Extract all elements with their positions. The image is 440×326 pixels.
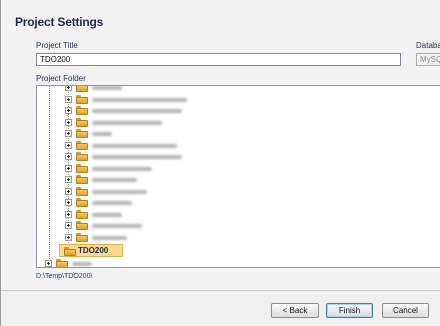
tree-item[interactable] [45,258,245,267]
folder-icon [76,152,88,161]
folder-icon [76,221,88,230]
expand-icon[interactable] [65,107,72,114]
folder-icon [76,209,88,219]
folder-icon [76,175,88,184]
database-label: Databa [416,41,440,50]
cancel-button[interactable]: Cancel [382,303,429,318]
tree-item-label-redacted [92,86,122,90]
tree-item[interactable] [65,174,265,186]
expand-icon[interactable] [65,141,72,149]
folder-icon [56,259,68,267]
tree-item-label-redacted [92,97,187,102]
tree-item-label-redacted [92,132,112,136]
tree-item-label-redacted [92,166,152,171]
folder-icon [76,94,88,104]
tree-item[interactable] [65,197,265,209]
tree-item[interactable] [65,140,265,152]
expand-icon[interactable] [65,130,72,137]
tree-item-label-redacted [92,201,132,205]
project-folder-label: Project Folder [36,74,86,83]
folder-icon [76,86,88,92]
tree-item-label-redacted [92,212,122,217]
tree-item-label-redacted [92,178,137,182]
tree-item-label-redacted [92,109,182,113]
tree-item[interactable] [65,128,265,140]
expand-icon[interactable] [65,222,72,229]
folder-icon [76,117,88,127]
folder-tree[interactable] [36,85,440,268]
expand-icon[interactable] [65,153,72,160]
expand-icon[interactable] [65,95,72,103]
expand-icon[interactable] [65,199,72,206]
folder-icon [76,129,88,138]
tree-item-label-redacted [92,155,182,159]
expand-icon[interactable] [65,187,72,195]
expand-icon[interactable] [65,233,72,241]
tree-item[interactable] [65,209,265,221]
selected-folder-label: TDO200 [78,246,109,255]
selected-folder-row[interactable]: TDO200 [59,244,123,257]
tree-item[interactable] [65,163,265,175]
dialog-title: Project Settings [15,15,104,29]
tree-item[interactable] [65,94,265,106]
folder-icon [76,186,88,196]
database-select[interactable]: MySQ [416,53,440,66]
folder-icon [76,198,88,207]
tree-item-label-redacted [92,189,147,194]
finish-button[interactable]: Finish [326,303,373,318]
folder-icon [76,232,88,242]
expand-icon[interactable] [65,210,72,218]
tree-item-label-redacted [92,120,162,125]
expand-icon[interactable] [65,164,72,172]
tree-item[interactable] [65,186,265,198]
back-button[interactable]: < Back [271,303,319,318]
tree-item-label-redacted [92,143,177,148]
project-settings-dialog: Project Settings Project Title TDO200 Da… [0,0,440,326]
footer-divider [1,290,440,291]
tree-item[interactable] [65,232,265,244]
project-title-input[interactable]: TDO200 [36,53,401,66]
folder-open-icon [64,247,76,256]
tree-item-label-redacted [92,224,142,228]
tree-item[interactable] [65,220,265,232]
tree-item-label-redacted [92,235,127,240]
expand-icon[interactable] [45,260,52,267]
folder-icon [76,163,88,173]
project-title-label: Project Title [36,41,78,50]
expand-icon[interactable] [65,86,72,91]
folder-icon [76,140,88,150]
folder-icon [76,106,88,115]
tree-item[interactable] [65,151,265,163]
tree-item[interactable] [65,117,265,129]
tree-item[interactable] [65,105,265,117]
expand-icon[interactable] [65,176,72,183]
tree-guide-line [49,86,50,261]
folder-path: D:\Temp\TDO200\ [36,273,93,280]
expand-icon[interactable] [65,118,72,126]
tree-item-label-redacted [72,262,92,266]
